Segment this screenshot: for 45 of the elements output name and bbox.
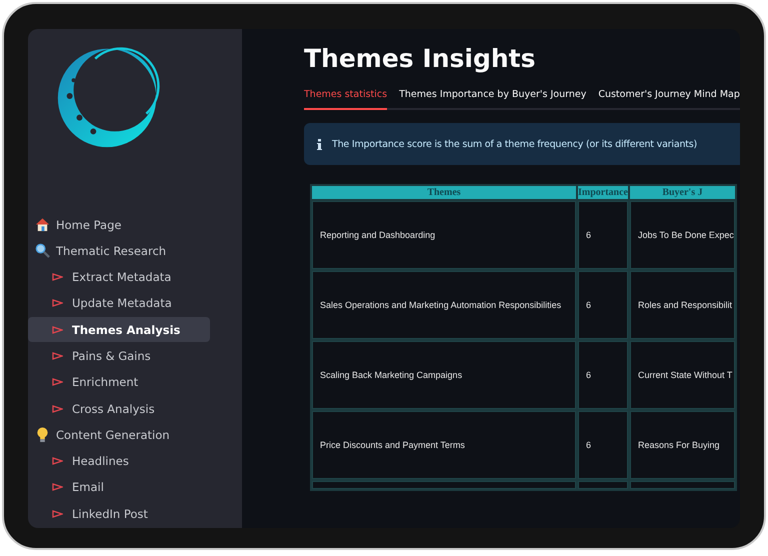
tab[interactable]: Themes statistics (304, 89, 388, 110)
tab[interactable]: Customer's Journey Mind Map (598, 89, 740, 110)
column-header: Buyer's J (630, 186, 735, 199)
sidebar-item[interactable]: Enrichment (28, 370, 210, 395)
table-cell: Price Discounts and Payment Terms (312, 411, 576, 479)
table-cell: Sales Operations and Marketing Automation Responsibilities (312, 271, 576, 339)
sidebar-item[interactable]: LinkedIn Post (28, 501, 210, 526)
sidebar-item[interactable]: Email (28, 474, 210, 500)
table-cell: 6 (578, 271, 628, 339)
table-cell: 6 (578, 201, 628, 269)
sidebar-item[interactable]: Content Generation (28, 422, 210, 448)
table-cell: 6 (578, 341, 628, 409)
sidebar-item[interactable]: Headlines (28, 448, 210, 474)
sidebar-item[interactable]: Update Metadata (28, 290, 210, 316)
sidebar-item[interactable]: Extract Metadata (28, 264, 210, 290)
column-header: Themes (312, 186, 576, 199)
search-icon (35, 243, 50, 258)
house-icon (35, 217, 50, 232)
pointer-icon (52, 378, 63, 386)
table-cell: Roles and Responsibilit (630, 271, 735, 339)
sidebar-item[interactable]: Home Page (28, 212, 210, 237)
sidebar-item[interactable]: Themes Analysis (28, 317, 210, 342)
pointer-icon (52, 510, 63, 518)
sidebar-item[interactable]: Cross Analysis (28, 396, 210, 422)
pointer-icon (52, 457, 63, 466)
pointer-icon (52, 404, 63, 413)
pointer-icon (52, 483, 63, 492)
sidebar-item[interactable]: Pains & Gains (28, 343, 210, 368)
pointer-icon (52, 299, 63, 308)
table-cell: 6 (578, 411, 628, 479)
tab[interactable]: Themes Importance by Buyer's Journey (399, 89, 586, 110)
pointer-icon (52, 352, 63, 360)
lightbulb-icon (35, 426, 50, 443)
pointer-icon (52, 326, 63, 334)
table-cell: Scaling Back Marketing Campaigns (312, 341, 576, 409)
info-text: The Importance score is the sum of a theme frequency (or its different variants) (332, 138, 698, 150)
pointer-icon (52, 273, 63, 282)
page-title: Themes Insights (304, 44, 536, 73)
table-cell: Jobs To Be Done Expec (630, 201, 735, 269)
sidebar-item[interactable]: Thematic Research (28, 238, 210, 264)
column-header: Importance (578, 186, 628, 199)
table-cell: Current State Without T (630, 341, 735, 409)
table-cell: Reasons For Buying (630, 411, 735, 479)
table-cell: Reporting and Dashboarding (312, 201, 576, 269)
info-icon (317, 138, 322, 150)
